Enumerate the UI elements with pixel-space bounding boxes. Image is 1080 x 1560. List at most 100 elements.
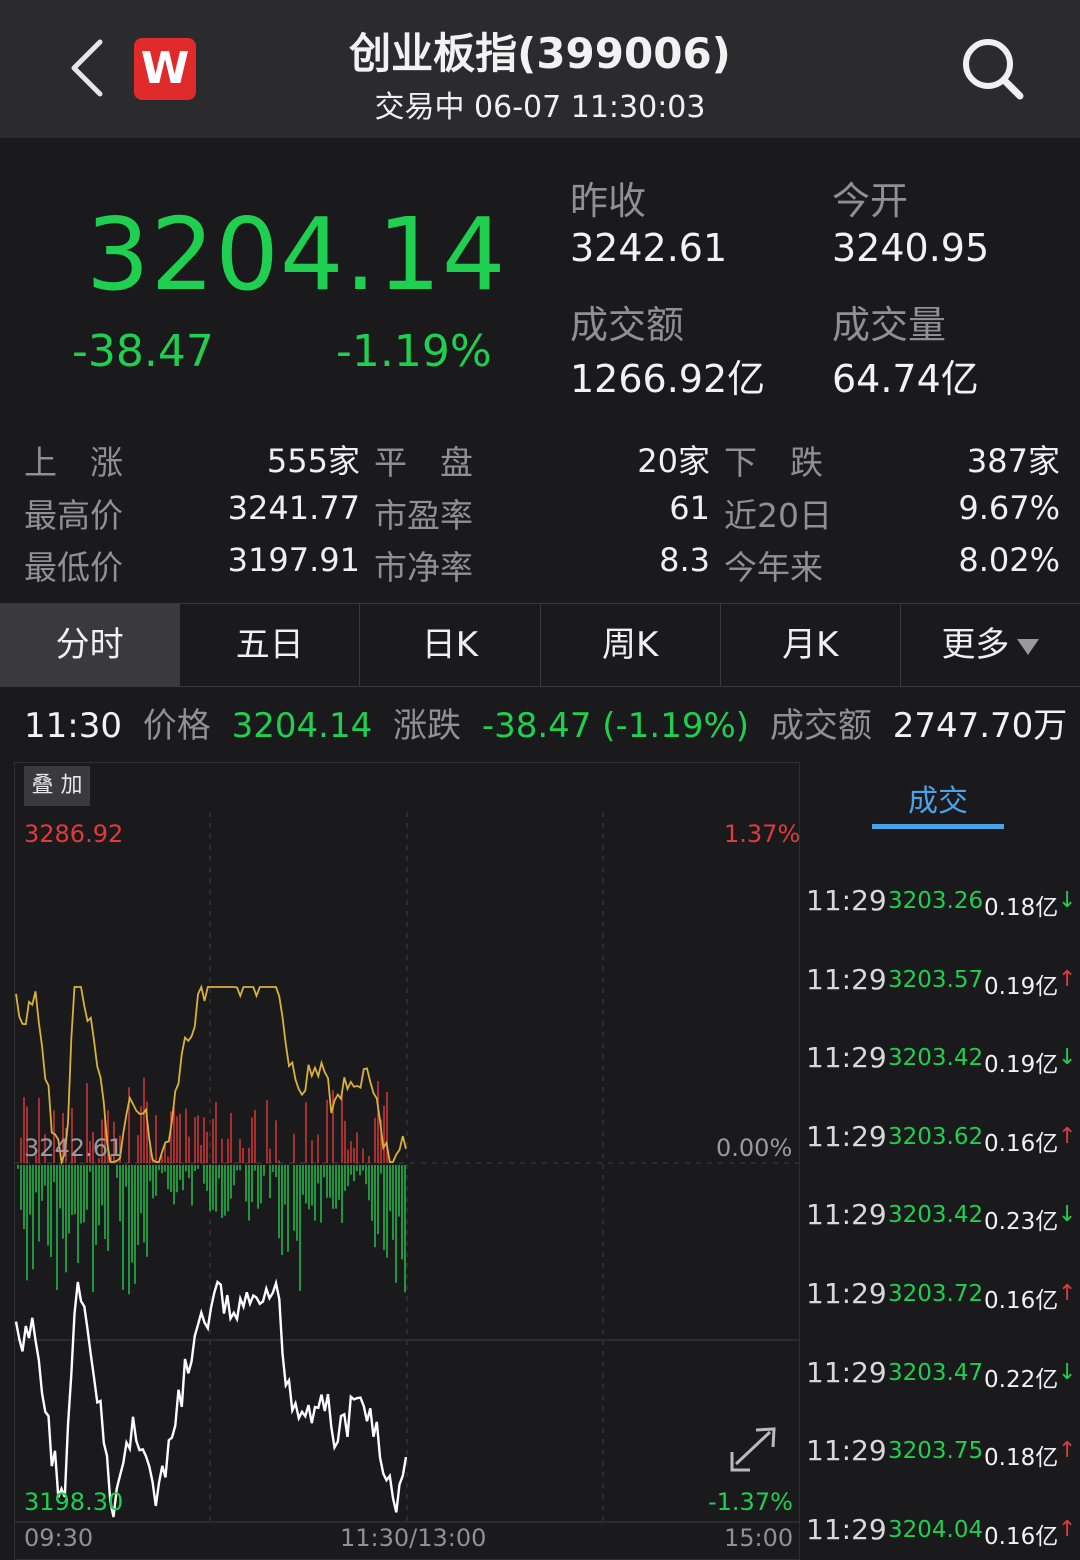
time-start: 09:30 [24, 1524, 94, 1552]
stat-value: 3241.77 [227, 489, 360, 527]
arrow-down-icon: ↓ [1058, 1045, 1077, 1071]
crosshair-info: 11:30 价格 3204.14 涨跌 -38.47 (-1.19%) 成交额 … [24, 698, 1077, 747]
trade-row: 11:29 3203.57 0.19亿 ↑ [804, 963, 1080, 1003]
arrow-up-icon: ↑ [1058, 1123, 1077, 1149]
trade-amount: 0.18亿 [984, 1445, 1059, 1472]
trade-price: 3203.72 [888, 1281, 984, 1307]
info-change: -38.47 (-1.19%) [481, 706, 750, 746]
trade-price: 3204.04 [888, 1516, 984, 1543]
current-price: 3204.14 [86, 196, 507, 313]
trade-time: 11:29 [806, 1041, 887, 1075]
arrow-up-icon: ↑ [1058, 1438, 1077, 1464]
page-title: 创业板指(399006) [349, 29, 731, 78]
stat-label: 市盈率 [374, 496, 473, 535]
trade-amount: 0.23亿 [984, 1209, 1059, 1236]
tab-monthly-k[interactable]: 月K [720, 604, 901, 686]
top-bar: W 创业板指(399006) 交易中 06-07 11:30:03 [0, 0, 1080, 138]
arrow-up-icon: ↑ [1058, 966, 1077, 992]
price-change: -38.47 [72, 326, 214, 377]
trade-amount: 0.16亿 [984, 1130, 1059, 1157]
stat-label: 近20日 [724, 496, 832, 535]
prev-close-value: 3242.61 [570, 226, 728, 270]
trade-price: 3203.42 [888, 1202, 984, 1229]
trade-row: 11:29 3203.47 0.22亿 ↓ [804, 1356, 1080, 1396]
open-label: 今开 [832, 179, 909, 223]
stat-value: 555家 [266, 442, 360, 480]
chart-low-label: 3198.30 [24, 1488, 124, 1516]
chart-low-pct: -1.37% [708, 1488, 793, 1516]
arrow-down-icon: ↓ [1058, 1359, 1077, 1385]
overlay-button[interactable]: 叠 加 [24, 766, 90, 806]
stat-label: 上 涨 [24, 443, 123, 482]
trade-price: 3203.47 [888, 1359, 984, 1386]
trade-time: 11:29 [806, 1434, 887, 1468]
trade-time: 11:29 [806, 884, 887, 917]
arrow-up-icon: ↑ [1058, 1516, 1077, 1542]
search-icon [963, 39, 1024, 100]
trade-row: 11:29 3203.26 0.18亿 ↓ [804, 884, 1080, 924]
tab-weekly-k[interactable]: 周K [540, 604, 721, 686]
search-button[interactable] [958, 34, 1028, 104]
trade-time: 11:29 [806, 1512, 887, 1546]
trading-status: 交易中 06-07 11:30:03 [374, 90, 706, 125]
intraday-chart[interactable] [14, 762, 800, 1560]
stat-label: 最低价 [24, 548, 123, 587]
trade-row: 11:29 3203.62 0.16亿 ↑ [804, 1120, 1080, 1160]
time-end: 15:00 [724, 1524, 794, 1552]
tab-more-label: 更多 [941, 625, 1010, 665]
trade-amount: 0.19亿 [984, 1052, 1059, 1079]
tab-more[interactable]: 更多 [900, 604, 1080, 686]
active-tab-indicator [872, 824, 1004, 829]
info-turnover-label: 成交额 [769, 706, 872, 746]
trade-time: 11:29 [806, 1277, 887, 1310]
trade-amount: 0.16亿 [984, 1523, 1059, 1550]
arrow-down-icon: ↓ [1058, 888, 1077, 913]
stat-label: 市净率 [374, 548, 473, 587]
tab-intraday[interactable]: 分时 [0, 604, 181, 686]
price-change-percent: -1.19% [336, 326, 492, 377]
trade-price: 3203.42 [888, 1045, 984, 1072]
chart-mid-label: 3242.61 [24, 1134, 124, 1162]
stat-label: 下 跌 [724, 443, 823, 482]
arrow-up-icon: ↑ [1058, 1281, 1077, 1306]
volume-label: 成交量 [832, 303, 947, 347]
stat-value: 20家 [637, 442, 710, 480]
prev-close-label: 昨收 [570, 179, 647, 223]
stat-value: 61 [669, 489, 710, 527]
tab-five-day[interactable]: 五日 [180, 604, 361, 686]
trade-amount: 0.22亿 [984, 1366, 1059, 1393]
tab-trades[interactable]: 成交 [872, 776, 1004, 820]
stat-label: 平 盘 [374, 443, 473, 482]
trade-row: 11:29 3203.75 0.18亿 ↑ [804, 1434, 1080, 1474]
time-mid: 11:30/13:00 [340, 1524, 487, 1552]
chart-period-tabs: 分时 五日 日K 周K 月K 更多 [0, 603, 1080, 687]
chart-mid-pct: 0.00% [716, 1134, 793, 1162]
stat-value: 9.67% [958, 489, 1060, 527]
trade-amount: 0.19亿 [984, 973, 1059, 1000]
trade-time: 11:29 [806, 1355, 887, 1389]
trade-time: 11:29 [806, 1198, 887, 1232]
trade-amount: 0.18亿 [984, 895, 1059, 921]
trade-price: 3203.26 [888, 888, 984, 914]
tab-daily-k[interactable]: 日K [360, 604, 541, 686]
info-change-label: 涨跌 [393, 706, 462, 746]
trade-row: 11:29 3203.42 0.19亿 ↓ [804, 1041, 1080, 1081]
open-value: 3240.95 [832, 226, 990, 270]
stat-value: 387家 [966, 442, 1060, 480]
trade-amount: 0.16亿 [984, 1288, 1059, 1314]
trade-row: 11:29 3204.04 0.16亿 ↑ [804, 1513, 1080, 1553]
stat-label: 今年来 [724, 548, 823, 587]
trade-price: 3203.62 [888, 1123, 984, 1150]
caret-down-icon [1017, 638, 1040, 655]
chart-high-label: 3286.92 [24, 820, 124, 848]
info-time: 11:30 [24, 706, 122, 746]
arrow-down-icon: ↓ [1058, 1202, 1077, 1228]
stat-value: 3197.91 [227, 541, 360, 579]
chart-high-pct: 1.37% [724, 820, 801, 848]
trade-row: 11:29 3203.42 0.23亿 ↓ [804, 1198, 1080, 1238]
info-turnover: 2747.70万 [892, 706, 1068, 746]
stat-value: 8.3 [659, 541, 710, 579]
stat-value: 8.02% [958, 541, 1060, 579]
volume-value: 64.74亿 [832, 357, 979, 401]
trade-price: 3203.75 [888, 1438, 984, 1465]
